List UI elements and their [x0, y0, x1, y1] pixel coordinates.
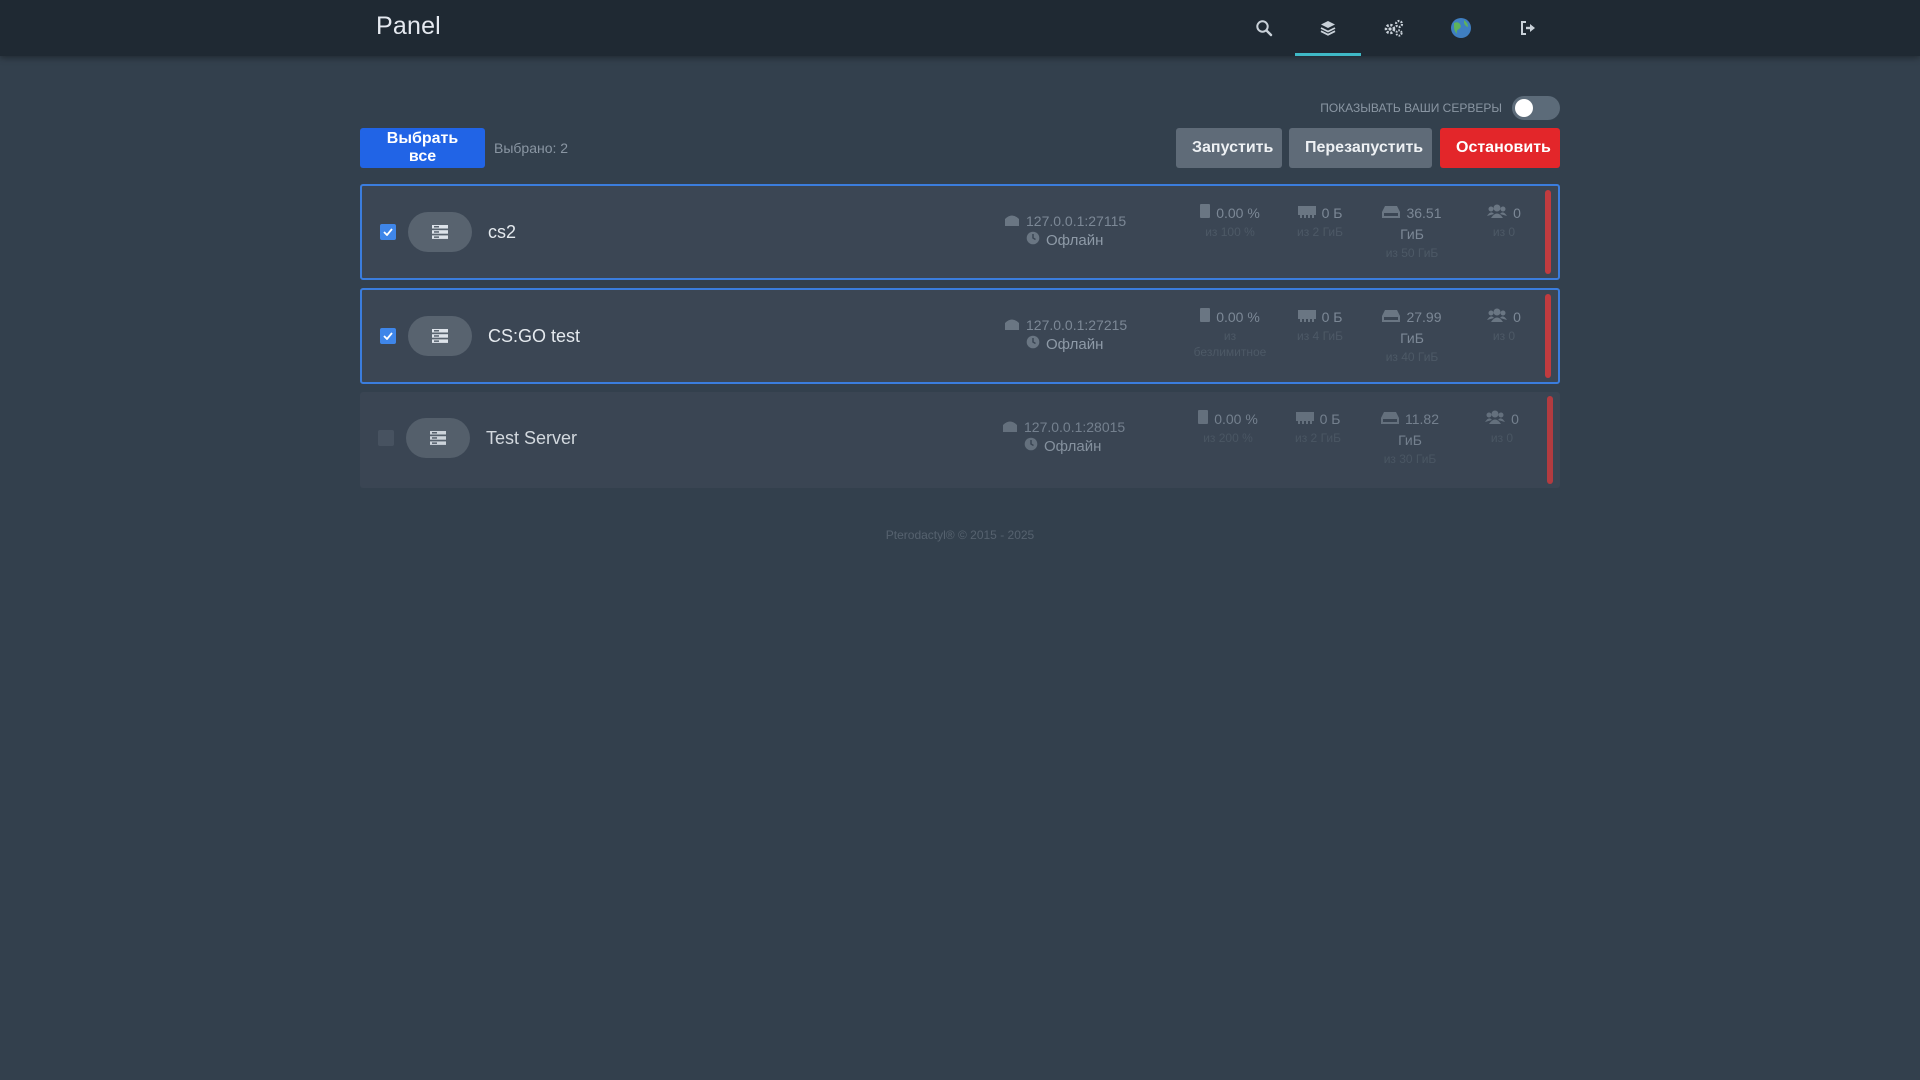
clock-icon — [1024, 437, 1038, 456]
server-name[interactable]: CS:GO test — [488, 326, 580, 347]
players-stat: 0 из 0 — [1470, 409, 1534, 446]
disk-limit: из 40 ГиБ — [1385, 350, 1439, 364]
players-value: 0 — [1513, 205, 1521, 221]
memory-icon — [1295, 409, 1314, 430]
server-icon — [408, 212, 472, 252]
users-icon — [1487, 307, 1508, 328]
memory-value: 0 Б — [1321, 205, 1343, 221]
offline-status-bar — [1545, 190, 1551, 274]
users-icon — [1485, 409, 1506, 430]
memory-stat: 0 Б из 2 ГиБ — [1286, 409, 1350, 446]
select-all-button[interactable]: Выбрать все — [360, 128, 485, 168]
cpu-limit: из 100 % — [1205, 225, 1255, 239]
server-checkbox[interactable] — [380, 224, 396, 240]
disk-unit: ГиБ — [1400, 226, 1424, 242]
server-icon — [408, 316, 472, 356]
disk-stat: 36.51 ГиБ из 50 ГиБ — [1364, 203, 1460, 261]
server-icon — [406, 418, 470, 458]
server-name[interactable]: Test Server — [486, 428, 577, 449]
players-value: 0 — [1511, 411, 1519, 427]
toggle-label: ПОКАЗЫВАТЬ ВАШИ СЕРВЕРЫ — [1320, 101, 1502, 115]
sign-out-icon[interactable] — [1495, 0, 1561, 56]
disk-value: 11.82 — [1405, 411, 1439, 427]
disk-value: 36.51 — [1406, 205, 1442, 221]
cpu-stat: 0.00 % из 200 % — [1188, 409, 1268, 446]
users-icon — [1487, 203, 1508, 224]
offline-status-bar — [1545, 294, 1551, 378]
disk-stat: 27.99 ГиБ из 40 ГиБ — [1364, 307, 1460, 365]
server-status: Офлайн — [1046, 336, 1104, 353]
disk-limit: из 30 ГиБ — [1383, 452, 1437, 466]
cpu-value: 0.00 % — [1214, 411, 1258, 427]
memory-limit: из 4 ГиБ — [1297, 329, 1343, 343]
server-network: 127.0.0.1:27215 Офлайн — [1004, 316, 1144, 354]
memory-value: 0 Б — [1321, 309, 1343, 325]
layers-icon[interactable] — [1295, 0, 1361, 56]
selected-count: Выбрано: 2 — [494, 140, 569, 156]
memory-stat: 0 Б из 4 ГиБ — [1288, 307, 1352, 344]
players-limit: из 0 — [1492, 225, 1516, 239]
ethernet-icon — [1004, 212, 1020, 231]
show-own-servers-toggle-group: ПОКАЗЫВАТЬ ВАШИ СЕРВЕРЫ — [1320, 96, 1560, 120]
cpu-icon — [1200, 307, 1211, 328]
disk-unit: ГиБ — [1400, 330, 1424, 346]
stop-button[interactable]: Остановить — [1440, 128, 1560, 168]
server-network: 127.0.0.1:28015 Офлайн — [1002, 418, 1142, 456]
disk-unit: ГиБ — [1398, 432, 1422, 448]
server-row[interactable]: CS:GO test 127.0.0.1:27215 Офлайн 0.00 %… — [360, 288, 1560, 384]
hdd-icon — [1382, 307, 1401, 328]
cpu-stat: 0.00 % из 100 % — [1190, 203, 1270, 240]
cogs-icon[interactable] — [1361, 0, 1427, 56]
cpu-limit-unlimited: безлимитное — [1193, 345, 1267, 359]
memory-limit: из 2 ГиБ — [1297, 225, 1343, 239]
players-value: 0 — [1513, 309, 1521, 325]
disk-value: 27.99 — [1406, 309, 1442, 325]
cpu-icon — [1198, 409, 1209, 430]
memory-value: 0 Б — [1319, 411, 1341, 427]
players-limit: из 0 — [1492, 329, 1516, 343]
hdd-icon — [1381, 409, 1399, 430]
players-limit: из 0 — [1490, 431, 1514, 445]
players-stat: 0 из 0 — [1472, 307, 1536, 344]
disk-limit: из 50 ГиБ — [1385, 246, 1439, 260]
memory-stat: 0 Б из 2 ГиБ — [1288, 203, 1352, 240]
memory-icon — [1297, 203, 1316, 224]
hdd-icon — [1382, 203, 1401, 224]
server-address: 127.0.0.1:27115 — [1026, 213, 1127, 229]
ethernet-icon — [1004, 316, 1020, 335]
cpu-icon — [1200, 203, 1211, 224]
cpu-stat: 0.00 % из безлимитное — [1190, 307, 1270, 360]
memory-icon — [1297, 307, 1316, 328]
server-status: Офлайн — [1044, 438, 1102, 455]
server-checkbox[interactable] — [380, 328, 396, 344]
server-row[interactable]: Test Server 127.0.0.1:28015 Офлайн 0.00 … — [360, 392, 1560, 488]
start-button[interactable]: Запустить — [1176, 128, 1282, 168]
cpu-value: 0.00 % — [1216, 309, 1260, 325]
server-network: 127.0.0.1:27115 Офлайн — [1004, 212, 1144, 250]
players-stat: 0 из 0 — [1472, 203, 1536, 240]
offline-status-bar — [1547, 396, 1553, 484]
server-checkbox[interactable] — [378, 430, 394, 446]
search-icon[interactable] — [1231, 0, 1297, 56]
server-address: 127.0.0.1:28015 — [1024, 419, 1126, 435]
globe-icon[interactable] — [1428, 0, 1494, 56]
server-name[interactable]: cs2 — [488, 222, 516, 243]
clock-icon — [1026, 335, 1040, 354]
cpu-limit: из 200 % — [1203, 431, 1253, 445]
brand-logo[interactable]: Panel — [376, 12, 441, 41]
footer-copyright: Pterodactyl® © 2015 - 2025 — [885, 528, 1035, 542]
clock-icon — [1026, 231, 1040, 250]
server-address: 127.0.0.1:27215 — [1026, 317, 1128, 333]
server-status: Офлайн — [1046, 232, 1104, 249]
disk-stat: 11.82 ГиБ из 30 ГиБ — [1362, 409, 1458, 467]
ethernet-icon — [1002, 418, 1018, 437]
show-own-servers-toggle[interactable] — [1512, 96, 1560, 120]
server-row[interactable]: cs2 127.0.0.1:27115 Офлайн 0.00 % из 100… — [360, 184, 1560, 280]
toggle-knob — [1515, 99, 1533, 117]
cpu-value: 0.00 % — [1216, 205, 1260, 221]
memory-limit: из 2 ГиБ — [1295, 431, 1341, 445]
restart-button[interactable]: Перезапустить — [1289, 128, 1432, 168]
cpu-limit: из — [1223, 329, 1237, 343]
top-navbar: Panel — [0, 0, 1920, 56]
